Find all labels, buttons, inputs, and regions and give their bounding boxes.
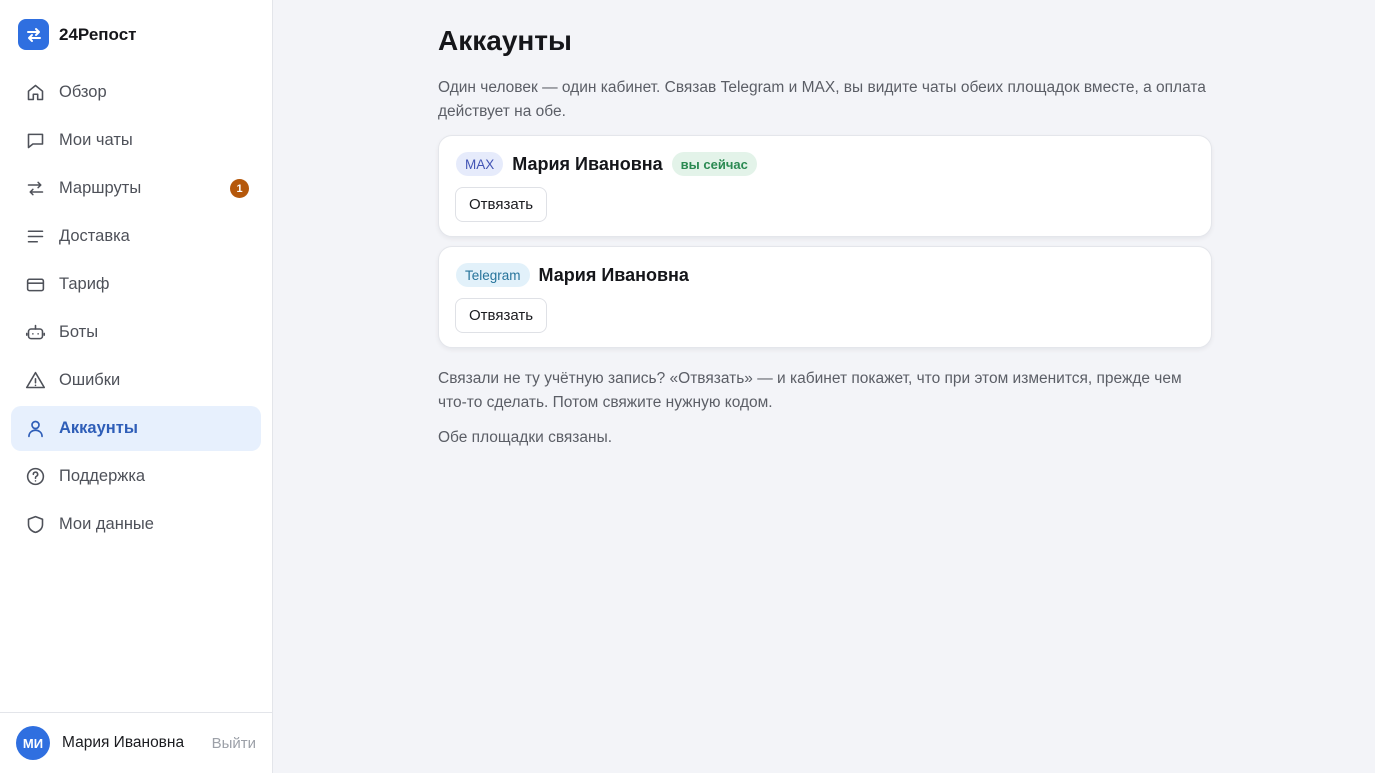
sidebar-item-label: Маршруты	[59, 179, 142, 197]
sidebar-nav: Обзор Мои чаты Маршруты 1 Доставка Тариф…	[11, 70, 261, 550]
user-name: Мария Ивановна	[62, 734, 185, 751]
sidebar-item-label: Поддержка	[59, 467, 146, 485]
account-name: Мария Ивановна	[538, 264, 689, 285]
sidebar-item-overview[interactable]: Обзор	[11, 70, 261, 115]
user-icon	[24, 418, 46, 440]
sidebar-item-label: Аккаунты	[59, 419, 138, 437]
sidebar-item-bots[interactable]: Боты	[11, 310, 261, 355]
routes-icon	[24, 178, 46, 200]
account-name: Мария Ивановна	[512, 153, 663, 174]
sidebar-item-label: Тариф	[59, 275, 110, 293]
current-account-badge: вы сейчас	[671, 152, 757, 176]
sidebar-item-accounts[interactable]: Аккаунты	[11, 406, 261, 451]
avatar: МИ	[16, 726, 50, 760]
page-intro: Один человек — один кабинет. Связав Tele…	[438, 79, 1206, 120]
user-bar: МИ Мария Ивановна Выйти	[0, 712, 272, 773]
sidebar: 24Репост Обзор Мои чаты Маршруты 1 Доста…	[0, 0, 273, 773]
routes-count-badge: 1	[230, 179, 249, 198]
sidebar-item-label: Обзор	[59, 83, 107, 101]
sidebar-item-chats[interactable]: Мои чаты	[11, 118, 261, 163]
platform-tag-telegram: Telegram	[456, 263, 530, 287]
brand-name: 24Репост	[59, 24, 137, 44]
list-icon	[24, 226, 46, 248]
page-title: Аккаунты	[438, 25, 572, 56]
bot-icon	[24, 322, 46, 344]
platform-tag-max: MAX	[456, 152, 504, 176]
sidebar-item-my-data[interactable]: Мои данные	[11, 502, 261, 547]
sidebar-item-label: Мои данные	[59, 515, 154, 533]
brand[interactable]: 24Репост	[18, 19, 137, 50]
sidebar-item-tariff[interactable]: Тариф	[11, 262, 261, 307]
account-card-telegram: Telegram Мария Ивановна Отвязать	[438, 246, 1212, 348]
sidebar-item-label: Доставка	[59, 227, 130, 245]
sidebar-item-label: Ошибки	[59, 371, 121, 389]
wrong-account-note: Связали не ту учётную запись? «Отвязать»…	[438, 370, 1182, 411]
unlink-telegram-button[interactable]: Отвязать	[455, 298, 548, 333]
chat-icon	[24, 130, 46, 152]
sidebar-item-errors[interactable]: Ошибки	[11, 358, 261, 403]
account-card-header: Telegram Мария Ивановна	[456, 263, 689, 287]
brand-logo-icon	[18, 19, 49, 50]
account-card-max: MAX Мария Ивановна вы сейчас Отвязать	[438, 135, 1212, 237]
card-icon	[24, 274, 46, 296]
sidebar-item-label: Боты	[59, 323, 99, 341]
sidebar-item-label: Мои чаты	[59, 131, 133, 149]
sidebar-item-support[interactable]: Поддержка	[11, 454, 261, 499]
account-card-header: MAX Мария Ивановна вы сейчас	[456, 152, 757, 176]
warning-icon	[24, 370, 46, 392]
home-icon	[24, 82, 46, 104]
sidebar-item-routes[interactable]: Маршруты 1	[11, 166, 261, 211]
unlink-max-button[interactable]: Отвязать	[455, 187, 548, 222]
help-icon	[24, 466, 46, 488]
link-status-note: Обе площадки связаны.	[438, 429, 613, 446]
logout-button[interactable]: Выйти	[212, 735, 256, 752]
sidebar-item-delivery[interactable]: Доставка	[11, 214, 261, 259]
shield-icon	[24, 514, 46, 536]
